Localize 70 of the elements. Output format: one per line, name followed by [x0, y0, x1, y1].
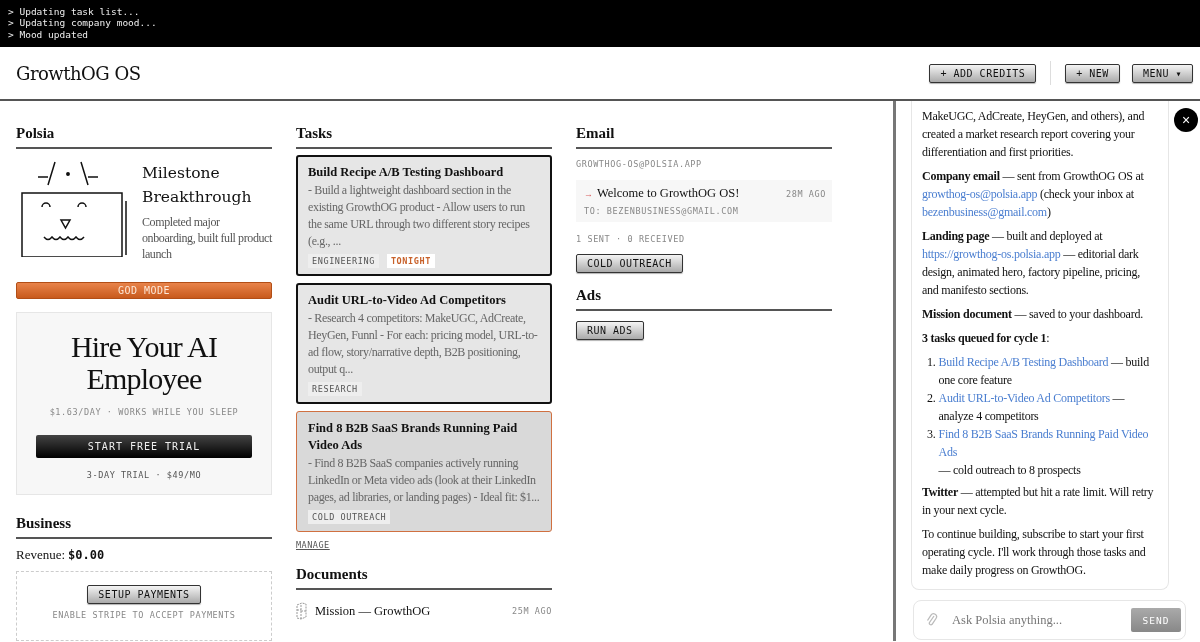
payments-note: ENABLE STRIPE TO ACCEPT PAYMENTS — [52, 610, 236, 620]
task-tag: TONIGHT — [386, 254, 435, 268]
terminal-line: > Updating task list... — [8, 5, 141, 17]
section-heading: Tasks — [296, 125, 552, 149]
task-description: - Find 8 B2B SaaS companies actively running LinkedIn or Meta video ads (look at their LinkedIn pages, ad libraries, or landing pages) - Ideal fit: $1... — [308, 455, 540, 506]
revenue-value: $0.00 — [68, 548, 105, 562]
task-title: Find 8 B2B SaaS Brands Running Paid Video Ads — [308, 420, 519, 454]
trial-note: 3-DAY TRIAL · $49/MO — [86, 470, 202, 480]
setup-payments-button[interactable]: SETUP PAYMENTS — [87, 585, 201, 604]
chat-paragraph: To continue building, subscribe to start your first operating cycle. I'll work through those tasks and make daily progress on GrowthOG. — [922, 526, 1147, 579]
task-tag: COLD OUTREACH — [308, 510, 391, 524]
chat-paragraph: 3 tasks queued for cycle 1: — [922, 330, 1051, 347]
section-heading: Documents — [296, 566, 552, 590]
manage-link[interactable]: MANAGE — [296, 540, 330, 550]
run-ads-button[interactable]: RUN ADS — [576, 321, 644, 340]
terminal-line: > Updating company mood... — [8, 17, 158, 29]
price-text: $1.63/DAY · WORKS WHILE YOU SLEEP — [49, 407, 239, 417]
chat-paragraph: Mission document — saved to your dashboard. — [922, 306, 1144, 323]
sent-arrow: → — [584, 189, 593, 199]
chat-paragraph: MakeUGC, AdCreate, HeyGen, and others), and created a market research report covering your differentiation and first priorities. — [922, 108, 1146, 161]
milestone-text: Completed major onboarding, built full product launch — [142, 214, 272, 262]
section-heading: Polsia — [16, 125, 272, 149]
task-title: Audit URL-to-Video Ad Competitors — [308, 292, 507, 309]
document-title[interactable]: Mission — GrowthOG — [315, 603, 504, 619]
list-number: 3. — [927, 426, 936, 443]
task-card[interactable] — [296, 155, 552, 276]
section-heading: Business — [16, 515, 272, 539]
revenue-label: Revenue: — [16, 547, 66, 562]
chat-paragraph: Company email — sent from GrowthOG OS at growthog-os@polsia.app (check your inbox at bezenbusiness@gmail.com) — [922, 168, 1145, 221]
task-description: - Build a lightweight dashboard section in the existing GrowthOG product - Allow users to run the same URL through two different story recipes (e.g., ... — [308, 182, 531, 250]
email-subject: Welcome to GrowthOG OS! — [597, 186, 741, 201]
link[interactable]: Find 8 B2B SaaS Brands Running Paid Video Ads — [938, 425, 1158, 461]
list-number: 2. — [927, 390, 936, 407]
list-number: 1. — [927, 354, 936, 371]
app-title: GrowthOG OS — [16, 62, 141, 84]
header-button[interactable]: + NEW — [1065, 63, 1120, 83]
section-heading: Email — [576, 125, 832, 149]
task-title: Build Recipe A/B Testing Dashboard — [308, 164, 505, 181]
start-trial-button[interactable]: START FREE TRIAL — [36, 435, 252, 458]
promo-title: Hire Your AI Employee — [69, 331, 219, 395]
document-icon — [296, 602, 307, 620]
document-time: 25M AGO — [511, 606, 552, 616]
email-address: GROWTHOG-OS@POLSIA.APP — [576, 159, 702, 169]
email-item[interactable]: → Welcome to GrowthOG OS! 28M AGO TO: BEZENBUSINESS@GMAIL.COM — [576, 180, 832, 222]
cold-outreach-button[interactable]: COLD OUTREACH — [576, 254, 683, 273]
task-description: - Research 4 competitors: MakeUGC, AdCreate, HeyGen, Funnl - For each: pricing model, URL-to-ad flow, story/narrative depth, B2B positioning, output q... — [308, 310, 539, 378]
task-card[interactable]: Audit URL-to-Video Ad Competitors - Research 4 competitors: MakeUGC, AdCreate, HeyGen, Funnl - For each: pricing model, URL-to-ad flow, story/narrative depth, B2B positioning, output q... RESEARCH — [296, 283, 552, 404]
list-item-text: Build Recipe A/B Testing Dashboard — build one core feature — [938, 353, 1150, 389]
header-button[interactable]: + ADD CREDITS — [929, 63, 1037, 83]
email-time: 28M AGO — [785, 189, 826, 199]
chat-paragraph: Landing page — built and deployed at https://growthog-os.polsia.app — editorial dark design, animated hero, factory pipeline, pricing, and manifesto sections. — [922, 228, 1141, 299]
link[interactable]: Build Recipe A/B Testing Dashboard — [938, 353, 1109, 371]
task-tag: RESEARCH — [308, 382, 362, 396]
list-item-text: Audit URL-to-Video Ad Competitors — analyze 4 competitors — [938, 389, 1126, 425]
email-stats: 1 SENT · 0 RECEIVED — [576, 234, 685, 244]
chat-paragraph: Twitter — attempted but hit a rate limit. Will retry in your next cycle. — [922, 484, 1155, 519]
link[interactable]: growthog-os@polsia.app — [922, 187, 1038, 201]
close-button[interactable]: × — [1174, 108, 1198, 132]
task-tag: ENGINEERING — [308, 254, 379, 268]
link[interactable]: bezenbusiness@gmail.com — [922, 205, 1047, 219]
milestone-title: Milestone Breakthrough — [142, 163, 253, 208]
task-card[interactable] — [296, 411, 552, 532]
terminal-line: > Mood updated — [8, 28, 90, 40]
email-recipient: TO: BEZENBUSINESS@GMAIL.COM — [584, 206, 740, 216]
link[interactable]: Audit URL-to-Video Ad Competitors — [938, 389, 1110, 407]
header-button[interactable]: MENU ▾ — [1131, 63, 1193, 83]
paperclip-icon — [926, 612, 938, 628]
section-heading: Ads — [576, 287, 832, 311]
list-item-text: Find 8 B2B SaaS Brands Running Paid Video Ads — cold outreach to 8 prospects — [938, 425, 1158, 479]
link[interactable]: https://growthog-os.polsia.app — [922, 247, 1061, 261]
